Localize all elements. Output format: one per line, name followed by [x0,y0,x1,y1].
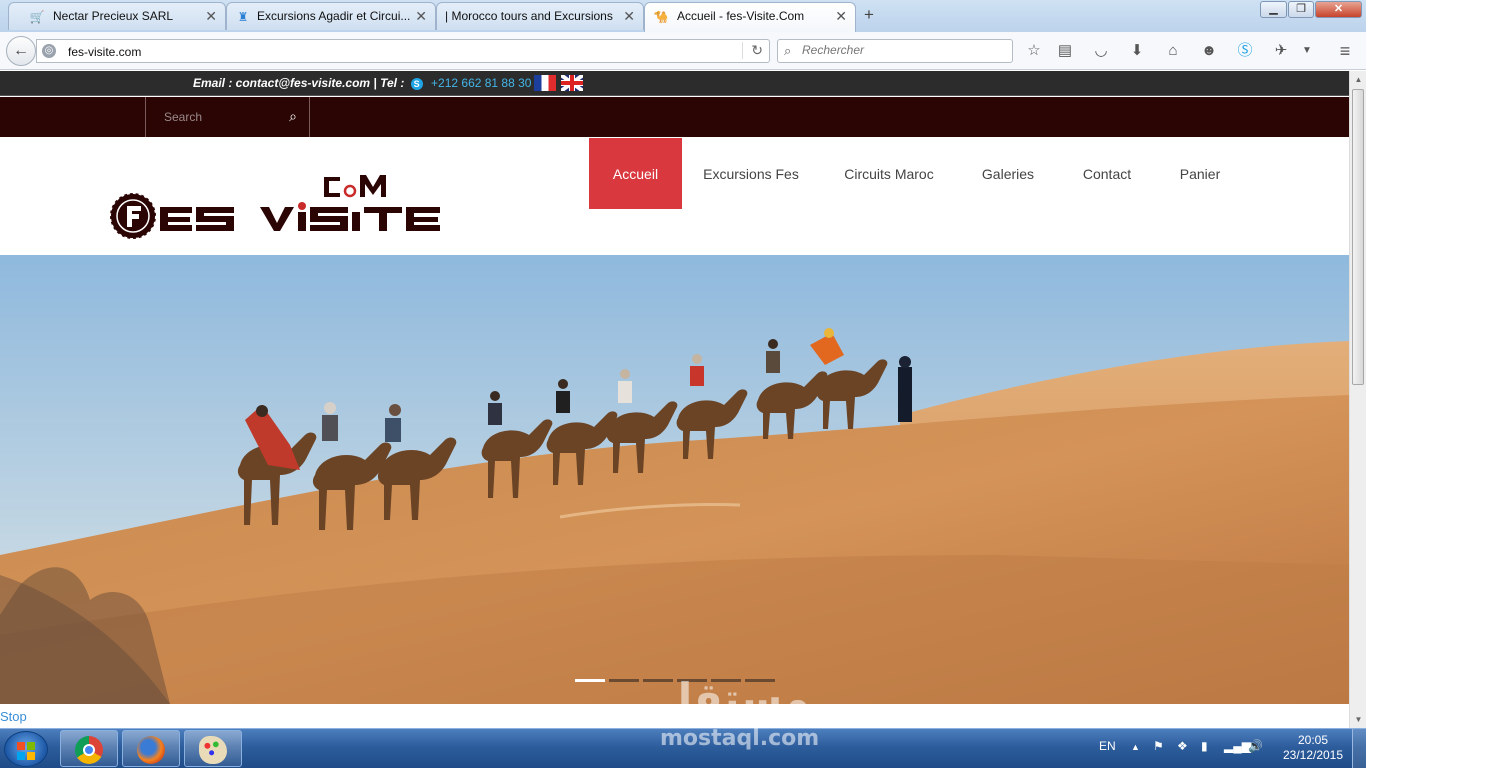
taskbar-clock[interactable]: 20:05 23/12/2015 [1282,733,1344,763]
reload-icon[interactable]: ↻ [742,42,763,59]
desert-camel-caravan-image [0,255,1349,704]
nav-galeries[interactable]: Galeries [972,138,1044,209]
website: Email : contact@fes-visite.com | Tel : S… [0,71,1349,704]
contact-phone[interactable]: +212 662 81 88 30 [431,76,531,90]
tab-excursions-agadir[interactable]: ♜ Excursions Agadir et Circui... ✕ [226,2,436,30]
download-icon[interactable]: ⬇ [1127,41,1147,61]
tab-title: Excursions Agadir et Circui... [257,9,411,23]
tab-title: | Morocco tours and Excursions [445,9,613,23]
extension-icon[interactable]: ✈ [1271,41,1291,61]
browser-toolbar: ← ◎ fes-visite.com ↻ ⌕ ☆ ▤ ◡ ⬇ ⌂ ☻ Ⓢ ✈ ▼… [0,32,1366,70]
clock-time: 20:05 [1297,733,1329,747]
french-flag-icon[interactable] [534,75,556,91]
address-bar[interactable]: ◎ fes-visite.com ↻ [36,39,770,63]
globe-icon: ◎ [42,44,56,58]
start-button[interactable] [4,731,48,767]
uk-flag-icon[interactable] [561,75,583,91]
close-icon[interactable]: ✕ [205,8,217,25]
contact-info: Email : contact@fes-visite.com | Tel : S… [193,76,531,90]
battery-icon[interactable]: ▮ [1201,739,1208,753]
camel-icon: 🐪 [653,10,669,24]
nav-excursions-fes[interactable]: Excursions Fes [697,138,805,209]
scroll-up-arrow-icon[interactable]: ▲ [1350,71,1367,88]
scrollbar-thumb[interactable] [1352,89,1364,385]
skype-icon: S [410,78,423,90]
nav-contact[interactable]: Contact [1072,138,1142,209]
firefox-icon [137,736,165,764]
watermark-latin: mostaql.com [660,726,820,751]
chrome-taskbar-button[interactable] [60,730,118,767]
paint-taskbar-button[interactable] [184,730,242,767]
tab-accueil[interactable]: 🐪 Accueil - fes-Visite.Com ✕ [644,2,856,32]
minimize-button[interactable]: ▁ [1260,1,1287,18]
cart-icon: 🛒 [29,10,45,24]
nav-panier[interactable]: Panier [1170,138,1230,209]
search-icon: ⌕ [784,43,792,58]
paint-icon [199,736,227,764]
watermark-arabic: مستقل [656,674,810,723]
dropdown-icon[interactable]: ▼ [1297,41,1317,61]
browser-search-input[interactable] [802,43,1002,57]
slider-dot-2[interactable] [609,679,639,682]
castle-icon: ♜ [237,10,249,24]
browser-titlebar: 🛒 Nectar Precieux SARL ✕ ♜ Excursions Ag… [0,0,1366,32]
scroll-down-arrow-icon[interactable]: ▼ [1350,711,1367,728]
close-icon[interactable]: ✕ [623,8,635,25]
tab-nectar[interactable]: 🛒 Nectar Precieux SARL ✕ [8,2,226,30]
status-text: Stop [0,709,27,724]
browser-search[interactable]: ⌕ [777,39,1013,63]
screen: 🛒 Nectar Precieux SARL ✕ ♜ Excursions Ag… [0,0,1500,768]
firefox-taskbar-button[interactable] [122,730,180,767]
close-icon[interactable]: ✕ [415,8,427,25]
skype-icon[interactable]: Ⓢ [1235,41,1255,61]
nav-accueil[interactable]: Accueil [589,138,682,209]
fes-visite-logo[interactable] [110,167,450,247]
contact-email: Email : contact@fes-visite.com | Tel : [193,76,405,90]
volume-icon[interactable]: 🔊 [1248,739,1263,753]
clock-date: 23/12/2015 [1282,748,1344,762]
close-icon[interactable]: ✕ [835,8,847,25]
contact-bar: Email : contact@fes-visite.com | Tel : S… [0,71,1349,96]
slider-dot-1[interactable] [575,679,605,682]
tab-title: Accueil - fes-Visite.Com [677,9,805,23]
home-icon[interactable]: ⌂ [1163,41,1183,61]
maximize-button[interactable]: ❐ [1288,1,1314,18]
tray-expand-icon[interactable]: ▲ [1131,742,1140,752]
tab-title: Nectar Precieux SARL [53,9,174,23]
hero-slider[interactable] [0,255,1349,704]
page-scrollbar[interactable]: ▲ ▼ [1349,71,1366,728]
action-center-icon[interactable]: ⚑ [1153,739,1164,753]
back-button[interactable]: ← [6,36,36,66]
reading-list-icon[interactable]: ▤ [1055,41,1075,61]
network-icon[interactable]: ▂▄▆ [1224,739,1251,753]
site-search[interactable]: ⌕ [145,97,310,137]
menu-icon[interactable]: ≡ [1335,41,1355,61]
nav-circuits-maroc[interactable]: Circuits Maroc [834,138,944,209]
close-window-button[interactable]: ✕ [1315,1,1362,18]
url-text[interactable]: fes-visite.com [68,45,141,59]
show-desktop-button[interactable] [1352,729,1366,768]
chat-icon[interactable]: ☻ [1199,41,1219,61]
star-icon[interactable]: ☆ [1024,41,1044,61]
dropbox-icon[interactable]: ❖ [1177,739,1188,753]
pocket-icon[interactable]: ◡ [1091,41,1111,61]
tab-morocco-tours[interactable]: | Morocco tours and Excursions ✕ [436,2,644,30]
site-header: Accueil Excursions Fes Circuits Maroc Ga… [0,137,1349,255]
new-tab-button[interactable]: + [864,5,874,25]
search-icon[interactable]: ⌕ [289,108,297,125]
site-search-bar: ⌕ [0,97,1349,137]
language-indicator[interactable]: EN [1099,739,1116,753]
site-search-input[interactable] [164,110,274,124]
